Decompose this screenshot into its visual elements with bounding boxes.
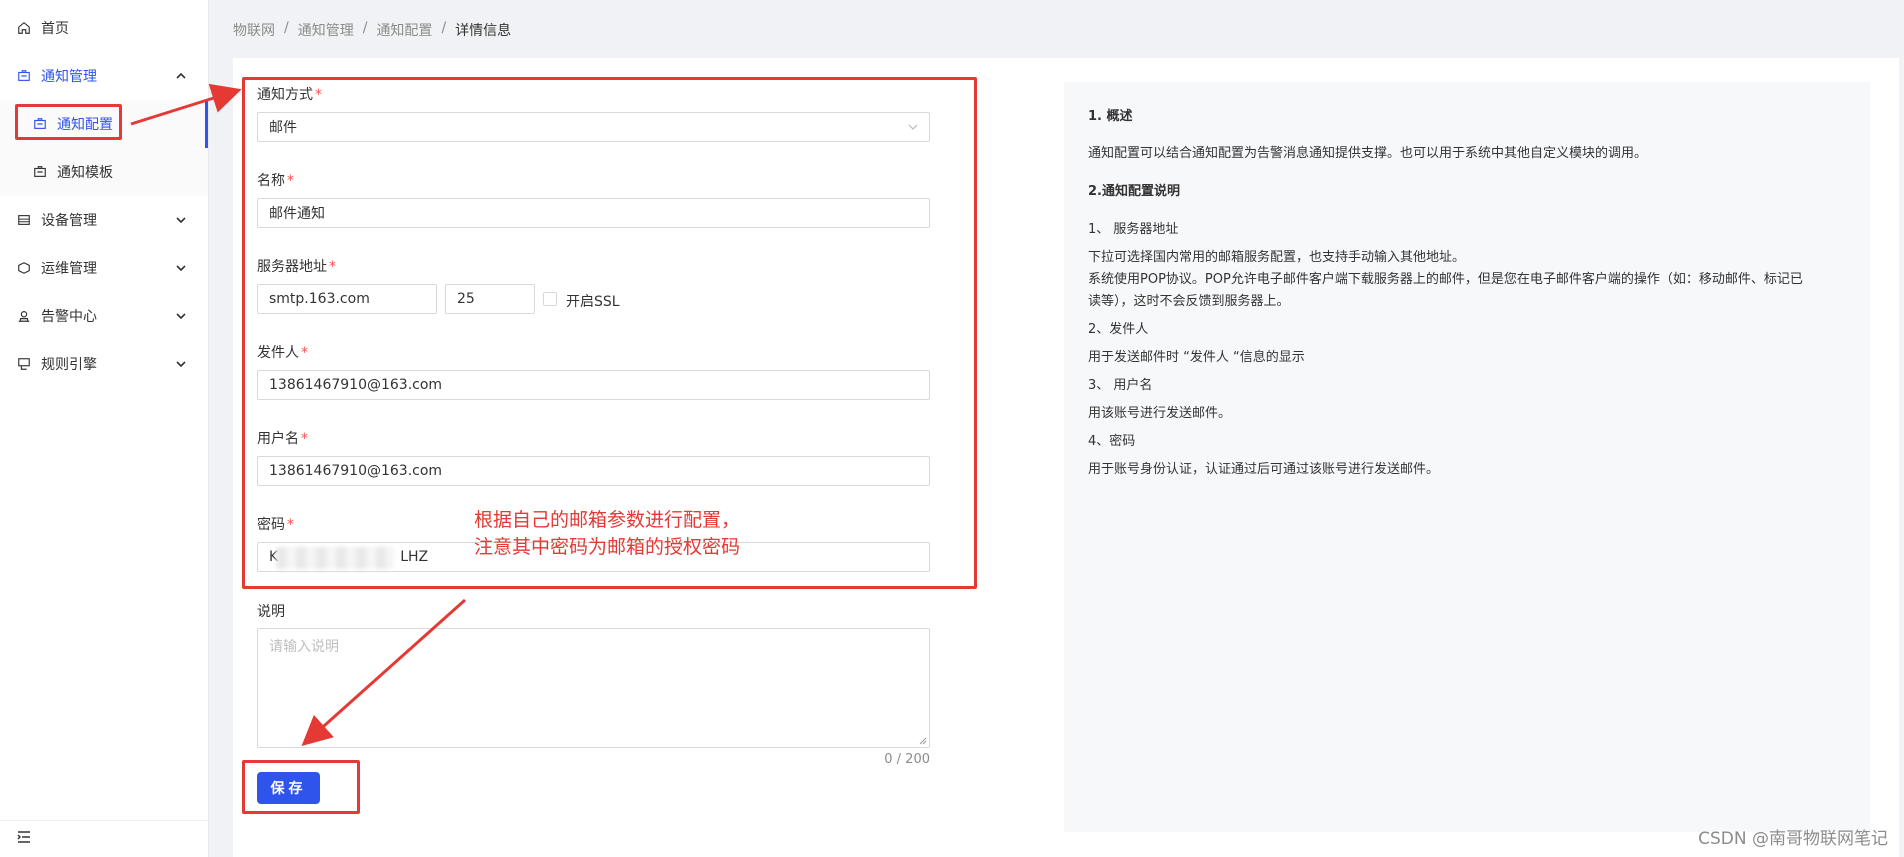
annotation-arrow-to-form <box>130 83 242 126</box>
annotation-text: 根据自己的邮箱参数进行配置， <box>474 509 741 531</box>
annotation-arrows <box>130 83 466 746</box>
annotation-arrow-to-save <box>301 598 466 746</box>
watermark: CSDN @南哥物联网笔记 <box>1698 829 1888 849</box>
annotation-text: 注意其中密码为邮箱的授权密码 <box>474 536 741 558</box>
